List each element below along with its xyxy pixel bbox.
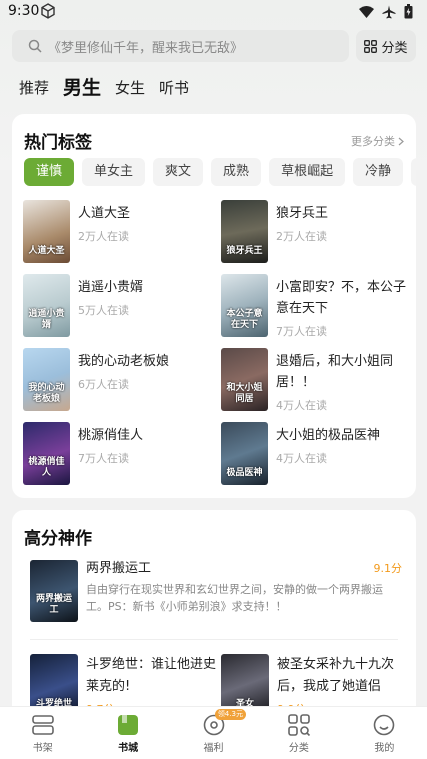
book-item[interactable]: 极品医神 大小姐的极品医神 4万人在读 (221, 422, 421, 486)
book-cover: 本公子意在天下 (221, 274, 268, 337)
book-title: 大小姐的极品医神 (276, 428, 381, 443)
more-categories-label: 更多分类 (351, 135, 395, 148)
book-cover: 人道大圣 (23, 200, 70, 263)
book-cover: 桃源俏佳人 (23, 422, 70, 485)
tab-male[interactable]: 男生 (63, 74, 101, 102)
book-item[interactable]: 本公子意在天下 小富即安？不，本公子意在天下 7万人在读 (221, 274, 421, 338)
top-rated-title: 高分神作 (24, 529, 92, 549)
bookstore-icon (118, 715, 139, 735)
book-title: 退婚后，和大小姐同居！！ (276, 354, 394, 390)
book-cover: 两界搬运工 (30, 560, 78, 622)
tag-item[interactable]: 成熟 (211, 158, 262, 186)
book-cover: 狼牙兵王 (221, 200, 268, 263)
chevron-right-icon (398, 137, 404, 145)
book-title: 我的心动老板娘 (78, 354, 170, 369)
tab-recommend[interactable]: 推荐 (19, 74, 49, 102)
book-cover: 逍遥小贵婿 (23, 274, 70, 337)
book-item[interactable]: 人道大圣 人道大圣 2万人在读 (23, 200, 223, 264)
status-time: 9:30 (8, 3, 40, 19)
divider (30, 639, 398, 640)
tab-bookstore[interactable]: 书城 (85, 707, 170, 759)
tab-female[interactable]: 女生 (115, 74, 145, 102)
app-notification-icon (41, 3, 55, 19)
book-readers: 2万人在读 (78, 230, 129, 243)
category-icon (288, 714, 310, 736)
book-readers: 4万人在读 (276, 399, 327, 412)
book-cover: 和大小姐同居 (221, 348, 268, 411)
hot-tags-card: 热门标签 更多分类 谨慎 单女主 爽文 成熟 草根崛起 冷静 腹黑 人道大圣 人… (12, 114, 416, 498)
book-readers: 5万人在读 (78, 304, 129, 317)
tag-item[interactable]: 单女主 (82, 158, 146, 186)
search-bar[interactable]: 《梦里修仙千年，醒来我已无敌》 (12, 30, 349, 62)
status-icons (359, 4, 413, 19)
airplane-mode-icon (382, 5, 396, 18)
book-readers: 6万人在读 (78, 378, 129, 391)
tab-audiobook[interactable]: 听书 (159, 74, 189, 102)
book-cover: 我的心动老板娘 (23, 348, 70, 411)
tab-label: 福利 (203, 743, 224, 754)
book-readers: 7万人在读 (78, 452, 129, 465)
bottom-tab-bar: 书架 书城 领4.3元 福利 分类 我的 (0, 706, 427, 759)
category-button[interactable]: 分类 (356, 30, 416, 62)
book-title: 两界搬运工 (86, 561, 152, 576)
tab-profile[interactable]: 我的 (342, 707, 427, 759)
tab-bookshelf[interactable]: 书架 (0, 707, 85, 759)
tag-list: 谨慎 单女主 爽文 成熟 草根崛起 冷静 腹黑 (24, 158, 416, 186)
hot-tags-title: 热门标签 (24, 133, 92, 153)
book-item[interactable]: 和大小姐同居 退婚后，和大小姐同居！！ 4万人在读 (221, 348, 421, 412)
battery-icon (404, 4, 413, 19)
book-score: 9.1分 (373, 562, 403, 575)
tag-item[interactable]: 爽文 (153, 158, 204, 186)
tab-label: 书架 (32, 743, 53, 754)
search-icon (28, 39, 42, 53)
category-button-label: 分类 (381, 40, 408, 56)
tag-item[interactable]: 谨慎 (24, 158, 75, 186)
app-screen: 9:30 《梦里修仙千年，醒来我已无敌》 分类 推荐 男生 女生 听书 热门标签… (0, 0, 427, 759)
book-title: 狼牙兵王 (276, 206, 329, 221)
tab-label: 我的 (374, 743, 395, 754)
book-title: 斗罗绝世：谁让他进史莱克的! (86, 657, 217, 694)
book-item[interactable]: 桃源俏佳人 桃源俏佳人 7万人在读 (23, 422, 223, 486)
book-readers: 2万人在读 (276, 230, 327, 243)
book-title: 逍遥小贵婿 (78, 280, 144, 295)
more-categories-link[interactable]: 更多分类 (351, 133, 404, 149)
channel-tabs: 推荐 男生 女生 听书 (19, 74, 189, 102)
search-placeholder: 《梦里修仙千年，醒来我已无敌》 (48, 40, 244, 56)
book-title: 被圣女采补九十九次后，我成了她道侣 (277, 657, 395, 694)
tab-category[interactable]: 分类 (256, 707, 341, 759)
tab-label: 分类 (288, 743, 309, 754)
bookshelf-icon (31, 715, 54, 735)
grid-icon (364, 39, 378, 53)
profile-icon (374, 714, 395, 736)
tag-item[interactable]: 冷静 (353, 158, 404, 186)
book-title: 人道大圣 (78, 206, 131, 221)
tab-welfare[interactable]: 领4.3元 福利 (171, 707, 256, 759)
tab-label: 书城 (118, 743, 139, 754)
book-readers: 7万人在读 (276, 325, 327, 338)
status-bar: 9:30 (0, 0, 427, 24)
featured-book[interactable]: 两界搬运工 两界搬运工 9.1分 自由穿行在现实世界和玄幻世界之间，安静的做一个… (30, 560, 402, 622)
book-cover: 极品医神 (221, 422, 268, 485)
book-item[interactable]: 逍遥小贵婿 逍遥小贵婿 5万人在读 (23, 274, 223, 338)
welfare-badge: 领4.3元 (214, 709, 246, 720)
book-title: 桃源俏佳人 (78, 428, 144, 443)
book-readers: 4万人在读 (276, 452, 327, 465)
tag-item[interactable]: 腹黑 (411, 158, 416, 186)
book-description: 自由穿行在现实世界和玄幻世界之间，安静的做一个两界搬运工。PS：新书《小师弟别浪… (86, 583, 383, 613)
wifi-icon (359, 5, 374, 18)
tag-item[interactable]: 草根崛起 (269, 158, 346, 186)
book-item[interactable]: 狼牙兵王 狼牙兵王 2万人在读 (221, 200, 421, 264)
book-title: 小富即安？不，本公子意在天下 (276, 280, 407, 316)
book-item[interactable]: 我的心动老板娘 我的心动老板娘 6万人在读 (23, 348, 223, 412)
